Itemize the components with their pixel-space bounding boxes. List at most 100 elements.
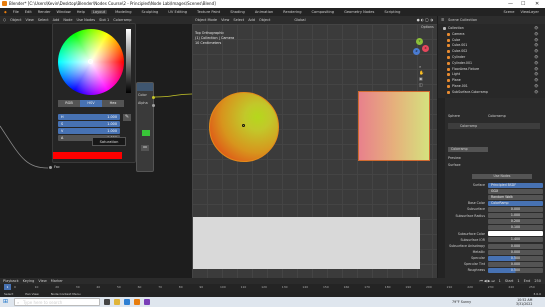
floor-plane-object[interactable] xyxy=(193,217,420,269)
timeline-panel[interactable]: Playback Keying View Marker ⏮ ◀ ▶ ⏭ 1 St… xyxy=(0,278,545,292)
current-frame-field[interactable]: 1 xyxy=(499,279,501,283)
property-field[interactable]: 0.000 xyxy=(488,243,543,249)
menu-edit[interactable]: Edit xyxy=(25,10,32,14)
timeline-playback-menu[interactable]: Playback xyxy=(3,279,19,283)
visibility-eye-icon[interactable]: 👁 xyxy=(534,55,539,59)
gizmo-z-axis[interactable]: Z xyxy=(413,48,420,55)
tab-hex[interactable]: Hex xyxy=(102,100,124,107)
value-slider[interactable] xyxy=(126,29,131,93)
menu-render[interactable]: Render xyxy=(38,10,51,14)
timeline-keying-menu[interactable]: Keying xyxy=(23,279,35,283)
property-field[interactable]: 0.000 xyxy=(488,206,543,212)
end-frame-field[interactable]: 250 xyxy=(534,279,545,283)
object-mode-dropdown[interactable]: Object Mode xyxy=(195,18,217,22)
property-field[interactable]: Principled BSDF xyxy=(488,182,543,188)
windows-start-icon[interactable]: ⊞ xyxy=(3,299,8,305)
workspace-tab-layout[interactable]: Layout xyxy=(90,10,108,14)
start-frame-field[interactable]: 1 xyxy=(517,279,519,283)
taskbar-search-box[interactable]: ⌕ Type here to search xyxy=(14,298,100,306)
workspace-tab-geometry-nodes[interactable]: Geometry Nodes xyxy=(342,10,376,14)
workspace-tab-scripting[interactable]: Scripting xyxy=(382,10,402,14)
outliner-item[interactable]: Cylinder.001 👁 xyxy=(447,61,538,66)
visibility-eye-icon[interactable]: 👁 xyxy=(534,49,539,53)
saturation-field[interactable]: S 1.000 xyxy=(58,121,120,127)
blender-menu-icon[interactable]: ◆ xyxy=(4,10,7,14)
property-field[interactable]: 0.000 xyxy=(488,261,543,267)
playhead-frame[interactable]: 1 xyxy=(4,284,11,290)
property-field[interactable] xyxy=(488,231,543,237)
surface-section-header[interactable]: Surface xyxy=(448,163,461,167)
outliner-item[interactable]: Plane.001 👁 xyxy=(447,84,538,89)
edge-browser-icon[interactable] xyxy=(124,299,130,305)
gizmo-y-axis[interactable]: Y xyxy=(416,38,423,45)
weather-widget[interactable]: 79°F Sunny xyxy=(452,300,471,304)
property-field[interactable]: 0.200 xyxy=(488,219,543,225)
property-field[interactable]: ColorRamp xyxy=(488,200,543,206)
workspace-tab-shading[interactable]: Shading xyxy=(228,10,247,14)
task-view-icon[interactable] xyxy=(104,299,110,305)
viewport-menu-select[interactable]: Select xyxy=(233,18,244,22)
scene-selector[interactable]: Scene xyxy=(503,10,514,14)
menu-file[interactable]: File xyxy=(13,10,19,14)
gizmo-x-axis[interactable]: X xyxy=(422,45,429,52)
preview-section-header[interactable]: Preview xyxy=(448,156,461,160)
tab-hsv[interactable]: HSV xyxy=(80,100,102,107)
workspace-tab-compositing[interactable]: Compositing xyxy=(310,10,337,14)
blender-taskbar-icon[interactable] xyxy=(134,299,140,305)
visibility-eye-icon[interactable]: 👁 xyxy=(534,72,539,76)
view-layer-selector[interactable]: ViewLayer xyxy=(520,10,545,14)
property-field[interactable]: 0.500 xyxy=(488,255,543,261)
timeline-marker-menu[interactable]: Marker xyxy=(51,279,63,283)
viewport-nav-icons[interactable]: ⌕ ✋ ▣ ◫ xyxy=(419,64,424,88)
viewport-menu-object[interactable]: Object xyxy=(259,18,270,22)
app-taskbar-icon[interactable] xyxy=(144,299,150,305)
workspace-tab-modeling[interactable]: Modeling xyxy=(113,10,133,14)
outliner-item[interactable]: Cube.001 👁 xyxy=(447,43,538,48)
outliner-item[interactable]: Collection 👁 xyxy=(443,26,538,31)
clock[interactable]: 10:52 AM 3/31/2022 xyxy=(516,298,532,306)
eyedropper-icon[interactable]: ✎ xyxy=(123,114,131,121)
menu-window[interactable]: Window xyxy=(57,10,71,14)
timeline-view-menu[interactable]: View xyxy=(38,279,46,283)
visibility-eye-icon[interactable]: 👁 xyxy=(534,61,539,65)
visibility-eye-icon[interactable]: 👁 xyxy=(534,84,539,88)
sphere-object[interactable] xyxy=(209,92,279,162)
playback-controls[interactable]: ⏮ ◀ ▶ ⏭ xyxy=(480,279,495,283)
viewport-menu-view[interactable]: View xyxy=(221,18,229,22)
viewport-menu-add[interactable]: Add xyxy=(248,18,255,22)
outliner-item[interactable]: Cube.002 👁 xyxy=(447,49,538,54)
value-field[interactable]: V 1.000 xyxy=(58,128,120,134)
visibility-eye-icon[interactable]: 👁 xyxy=(534,32,539,36)
workspace-tab-animation[interactable]: Animation xyxy=(253,10,275,14)
property-field[interactable]: 1.400 xyxy=(488,237,543,243)
input-socket-fac[interactable] xyxy=(49,166,52,169)
file-explorer-icon[interactable] xyxy=(114,299,120,305)
workspace-tab-uv-editing[interactable]: UV Editing xyxy=(166,10,189,14)
workspace-tab-texture-paint[interactable]: Texture Paint xyxy=(195,10,222,14)
close-button[interactable]: ✕ xyxy=(535,1,539,7)
property-field[interactable]: 0.100 xyxy=(488,225,543,231)
outliner-item[interactable]: SubSurface.Colorramp 👁 xyxy=(447,90,538,95)
material-slot-list[interactable]: Colorramp xyxy=(448,123,540,129)
outliner-item[interactable]: Camera 👁 xyxy=(447,32,538,37)
outliner-item[interactable]: Light 👁 xyxy=(447,72,538,77)
property-field[interactable]: 0.500 xyxy=(488,267,543,273)
options-button[interactable]: Options xyxy=(419,25,436,29)
workspace-tab-rendering[interactable]: Rendering xyxy=(281,10,303,14)
navigation-gizmo[interactable]: X Y Z xyxy=(407,36,431,60)
use-nodes-button[interactable]: Use Nodes xyxy=(472,174,532,179)
hue-field[interactable]: H 1.000 xyxy=(58,114,120,120)
plane-object[interactable] xyxy=(358,91,430,161)
property-field[interactable]: 1.000 xyxy=(488,213,543,218)
menu-help[interactable]: Help xyxy=(77,10,85,14)
outliner-item[interactable]: Plane 👁 xyxy=(447,78,538,83)
visibility-eye-icon[interactable]: 👁 xyxy=(534,43,539,47)
visibility-eye-icon[interactable]: 👁 xyxy=(534,67,539,71)
outliner-item[interactable]: FloorArea.Fixture 👁 xyxy=(447,67,538,72)
outliner-item[interactable]: Cylinder 👁 xyxy=(447,55,538,60)
properties-tab-column[interactable] xyxy=(438,98,445,278)
material-datablock-field[interactable]: Colorramp xyxy=(448,147,488,152)
wheel-cursor[interactable] xyxy=(88,59,93,64)
shading-mode-icons[interactable]: ● ◐ ◯ ◑ xyxy=(417,18,437,22)
visibility-eye-icon[interactable]: 👁 xyxy=(534,38,539,42)
